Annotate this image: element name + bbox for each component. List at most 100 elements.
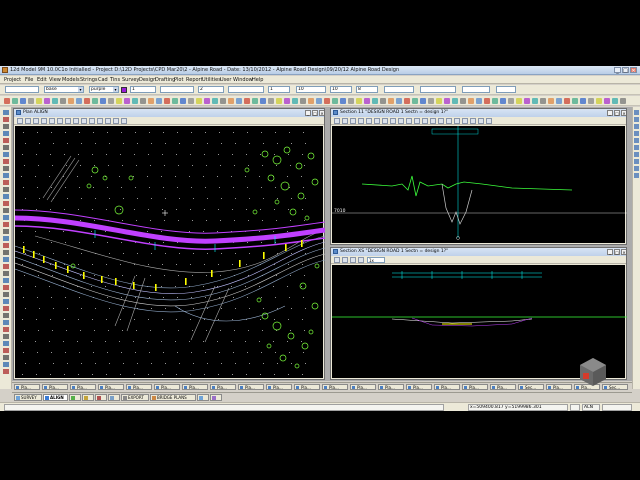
view-tool-icon[interactable] (57, 118, 63, 124)
right-tool-icon[interactable] (634, 173, 639, 178)
menu-edit[interactable]: Edit (37, 77, 47, 83)
right-tool-icon[interactable] (634, 166, 639, 171)
view-tool-icon[interactable] (25, 118, 31, 124)
side-tool-icon[interactable] (3, 355, 9, 360)
window-task-button[interactable]: Pla... (350, 384, 376, 390)
side-tool-icon[interactable] (3, 243, 9, 248)
side-tool-icon[interactable] (3, 166, 9, 171)
window-task-button[interactable]: Pla... (70, 384, 96, 390)
toolbar-tool-icon[interactable] (452, 98, 458, 104)
workspace-tab[interactable]: EXPORT (121, 394, 149, 401)
toolbar-tool-icon[interactable] (228, 98, 234, 104)
window-task-button[interactable]: Sec... (518, 384, 544, 390)
view-tool-icon[interactable] (334, 257, 340, 263)
section2-maximize-button[interactable]: □ (614, 249, 620, 255)
section1-titlebar[interactable]: Section 11 "DESIGN ROAD 1 Sectn = design… (331, 109, 626, 117)
view-tool-icon[interactable] (478, 118, 484, 124)
toolbar-tool-icon[interactable] (68, 98, 74, 104)
toolbar-tool-icon[interactable] (204, 98, 210, 104)
menu-cad[interactable]: Cad (98, 77, 108, 83)
side-tool-icon[interactable] (3, 327, 9, 332)
side-tool-icon[interactable] (3, 187, 9, 192)
toolbar-tool-icon[interactable] (244, 98, 250, 104)
textsize-field[interactable]: 2 (198, 86, 224, 93)
field-9[interactable]: 8 (356, 86, 378, 93)
side-tool-icon[interactable] (3, 208, 9, 213)
window-task-button[interactable]: Pla... (238, 384, 264, 390)
field-8[interactable]: 10 (330, 86, 352, 93)
view-tool-icon[interactable] (438, 118, 444, 124)
toolbar-tool-icon[interactable] (476, 98, 482, 104)
toolbar-tool-icon[interactable] (300, 98, 306, 104)
toolbar-tool-icon[interactable] (556, 98, 562, 104)
plan-maximize-button[interactable]: □ (312, 110, 318, 116)
window-task-button[interactable]: Pla... (294, 384, 320, 390)
side-tool-icon[interactable] (3, 320, 9, 325)
workspace-tab[interactable] (197, 394, 209, 401)
toolbar-tool-icon[interactable] (356, 98, 362, 104)
side-tool-icon[interactable] (3, 222, 9, 227)
toolbar-tool-icon[interactable] (572, 98, 578, 104)
toolbar-tool-icon[interactable] (484, 98, 490, 104)
toolbar-tool-icon[interactable] (252, 98, 258, 104)
toolbar-tool-icon[interactable] (540, 98, 546, 104)
menu-survey[interactable]: Survey (122, 77, 139, 83)
plan-view-window[interactable]: Plan ALIGN _ □ ✕ (13, 108, 325, 380)
view-tool-icon[interactable] (105, 118, 111, 124)
right-tool-icon[interactable] (634, 124, 639, 129)
font-field[interactable] (228, 86, 264, 93)
view-scale-field[interactable]: 1x (367, 257, 385, 263)
toolbar-tool-icon[interactable] (468, 98, 474, 104)
menu-view[interactable]: View (49, 77, 61, 83)
side-tool-icon[interactable] (3, 292, 9, 297)
view-tool-icon[interactable] (390, 118, 396, 124)
menu-window[interactable]: Window (233, 77, 253, 83)
field-7[interactable]: 10 (296, 86, 326, 93)
view-tool-icon[interactable] (350, 257, 356, 263)
view-tool-icon[interactable] (350, 118, 356, 124)
side-tool-icon[interactable] (3, 313, 9, 318)
toolbar-tool-icon[interactable] (508, 98, 514, 104)
toolbar-tool-icon[interactable] (380, 98, 386, 104)
view-tool-icon[interactable] (470, 118, 476, 124)
toolbar-tool-icon[interactable] (268, 98, 274, 104)
colour-swatch[interactable] (121, 87, 127, 93)
toolbar-tool-icon[interactable] (308, 98, 314, 104)
view-tool-icon[interactable] (342, 118, 348, 124)
menu-plot[interactable]: Plot (174, 77, 183, 83)
toolbar-tool-icon[interactable] (548, 98, 554, 104)
window-task-button[interactable]: Pla... (210, 384, 236, 390)
view-tool-icon[interactable] (462, 118, 468, 124)
toolbar-tool-icon[interactable] (396, 98, 402, 104)
maximize-button[interactable]: □ (622, 67, 629, 74)
menu-utilities[interactable]: Utilities (202, 77, 221, 83)
side-tool-icon[interactable] (3, 152, 9, 157)
toolbar-tool-icon[interactable] (340, 98, 346, 104)
toolbar-tool-icon[interactable] (524, 98, 530, 104)
toolbar-tool-icon[interactable] (428, 98, 434, 104)
right-tool-icon[interactable] (634, 110, 639, 115)
side-tool-icon[interactable] (3, 362, 9, 367)
toolbar-tool-icon[interactable] (180, 98, 186, 104)
toolbar-tool-icon[interactable] (260, 98, 266, 104)
toolbar-tool-icon[interactable] (92, 98, 98, 104)
side-tool-icon[interactable] (3, 306, 9, 311)
toolbar-tool-icon[interactable] (36, 98, 42, 104)
side-tool-icon[interactable] (3, 278, 9, 283)
view-tool-icon[interactable] (89, 118, 95, 124)
toolbar-tool-icon[interactable] (420, 98, 426, 104)
view-tool-icon[interactable] (414, 118, 420, 124)
side-tool-icon[interactable] (3, 194, 9, 199)
window-task-button[interactable]: Pla... (546, 384, 572, 390)
view-tool-icon[interactable] (446, 118, 452, 124)
side-tool-icon[interactable] (3, 180, 9, 185)
menu-report[interactable]: Report (186, 77, 203, 83)
toolbar-tool-icon[interactable] (44, 98, 50, 104)
right-tool-icon[interactable] (634, 131, 639, 136)
side-tool-icon[interactable] (3, 236, 9, 241)
window-task-button[interactable]: Pla... (434, 384, 460, 390)
section-view-1-window[interactable]: Section 11 "DESIGN ROAD 1 Sectn = design… (330, 108, 627, 245)
toolbar-tool-icon[interactable] (316, 98, 322, 104)
section1-maximize-button[interactable]: □ (614, 110, 620, 116)
view-tool-icon[interactable] (486, 118, 492, 124)
